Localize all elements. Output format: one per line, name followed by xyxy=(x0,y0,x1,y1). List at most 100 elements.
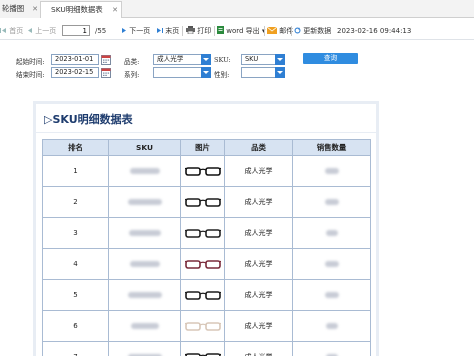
next-page-button[interactable]: 下一页 xyxy=(121,25,150,37)
chevron-down-icon[interactable] xyxy=(275,67,285,78)
chevron-down-icon[interactable] xyxy=(275,54,285,65)
table-row[interactable]: 3 成人光学 xyxy=(42,217,371,249)
redacted-sku xyxy=(130,323,159,329)
gender-select[interactable] xyxy=(241,67,285,78)
image-cell xyxy=(180,279,225,311)
image-cell xyxy=(180,186,225,218)
category-label: 品类: xyxy=(124,58,140,66)
calendar-icon[interactable] xyxy=(101,54,111,65)
series-select[interactable] xyxy=(153,67,211,78)
rank-cell: 7 xyxy=(42,341,109,356)
tab-sku-detail[interactable]: SKU明细数据表 ✕ xyxy=(40,1,122,18)
print-button[interactable]: 打印 xyxy=(186,25,211,37)
sku-select[interactable]: SKU xyxy=(241,54,285,65)
divider xyxy=(264,26,265,36)
column-header-sku: SKU xyxy=(108,139,181,156)
sales-qty-cell xyxy=(292,155,371,187)
redacted-sales-qty xyxy=(324,261,339,267)
sku-cell xyxy=(108,217,181,249)
column-header-category: 品类 xyxy=(224,139,293,156)
image-cell xyxy=(180,155,225,187)
table-row[interactable]: 4 成人光学 xyxy=(42,248,371,280)
eyeglasses-icon xyxy=(184,291,221,300)
redacted-sku xyxy=(128,230,161,236)
table-row[interactable]: 1 成人光学 xyxy=(42,155,371,187)
rank-cell: 2 xyxy=(42,186,109,218)
last-page-icon xyxy=(157,28,163,33)
table-header-row: 排名 SKU 图片 品类 销售数量 xyxy=(42,139,371,156)
category-select[interactable]: 成人光学 xyxy=(153,54,211,65)
mail-icon xyxy=(267,27,277,34)
category-cell: 成人光学 xyxy=(224,186,293,218)
column-header-rank: 排名 xyxy=(42,139,109,156)
sku-cell xyxy=(108,341,181,356)
divider xyxy=(214,26,215,36)
category-cell: 成人光学 xyxy=(224,310,293,342)
sku-cell xyxy=(108,310,181,342)
tab-bar: 轮播图 ✕ SKU明细数据表 ✕ xyxy=(0,0,474,18)
sku-cell xyxy=(108,279,181,311)
close-icon[interactable]: ✕ xyxy=(32,1,38,17)
prev-icon xyxy=(28,28,32,33)
redacted-sales-qty xyxy=(324,292,339,298)
refresh-data-button[interactable]: 更新数据 xyxy=(294,25,331,37)
divider xyxy=(291,26,292,36)
sales-qty-cell xyxy=(292,217,371,249)
eyeglasses-icon xyxy=(184,167,221,176)
eyeglasses-icon xyxy=(184,260,221,269)
redacted-sales-qty xyxy=(325,323,338,329)
eyeglasses-icon xyxy=(184,322,221,331)
sku-label: SKU: xyxy=(214,56,231,64)
chevron-down-icon[interactable] xyxy=(201,54,211,65)
chevron-down-icon[interactable] xyxy=(201,67,211,78)
end-date-field[interactable]: 2023-02-15 xyxy=(51,67,99,78)
start-date-field[interactable]: 2023-01-01 xyxy=(51,54,99,65)
table-row[interactable]: 2 成人光学 xyxy=(42,186,371,218)
close-icon[interactable]: ✕ xyxy=(112,2,118,18)
rank-cell: 3 xyxy=(42,217,109,249)
sku-cell xyxy=(108,155,181,187)
image-cell xyxy=(180,341,225,356)
redacted-sales-qty xyxy=(325,230,338,236)
word-document-icon xyxy=(217,26,224,34)
report-toolbar: 首页 上一页 /55 下一页 末页 打印 word 导出 ▾ 邮件 更新数据 2… xyxy=(0,22,474,40)
rank-cell: 1 xyxy=(42,155,109,187)
word-export-button[interactable]: word 导出 ▾ xyxy=(217,25,265,37)
category-cell: 成人光学 xyxy=(224,155,293,187)
mail-button[interactable]: 邮件 xyxy=(267,25,293,37)
sku-cell xyxy=(108,248,181,280)
query-button[interactable]: 查询 xyxy=(303,53,358,64)
category-cell: 成人光学 xyxy=(224,341,293,356)
image-cell xyxy=(180,248,225,280)
tab-carousel[interactable]: 轮播图 ✕ xyxy=(0,1,40,18)
calendar-icon[interactable] xyxy=(101,67,111,78)
tab-label: 轮播图 xyxy=(2,4,25,13)
redacted-sku xyxy=(129,261,160,267)
next-icon xyxy=(122,28,126,33)
start-time-label: 起始时间: xyxy=(16,58,45,66)
tab-label: SKU明细数据表 xyxy=(51,5,103,14)
table-row[interactable]: 7 成人光学 xyxy=(42,341,371,356)
table-row[interactable]: 6 成人光学 xyxy=(42,310,371,342)
last-page-button[interactable]: 末页 xyxy=(156,25,179,37)
redacted-sku xyxy=(127,199,162,205)
image-cell xyxy=(180,310,225,342)
prev-page-button[interactable]: 上一页 xyxy=(27,25,56,37)
gender-label: 性别: xyxy=(214,71,230,79)
sku-cell xyxy=(108,186,181,218)
end-time-label: 结束时间: xyxy=(16,71,45,79)
table-row[interactable]: 5 成人光学 xyxy=(42,279,371,311)
series-label: 系列: xyxy=(124,71,140,79)
sales-qty-cell xyxy=(292,279,371,311)
page-number-input[interactable] xyxy=(62,25,90,36)
page-total: /55 xyxy=(95,27,107,35)
column-header-image: 图片 xyxy=(180,139,225,156)
sales-qty-cell xyxy=(292,310,371,342)
eyeglasses-icon xyxy=(184,229,221,238)
printer-icon xyxy=(186,26,195,34)
report-title: ▷SKU明细数据表 xyxy=(44,113,133,126)
category-cell: 成人光学 xyxy=(224,248,293,280)
rank-cell: 5 xyxy=(42,279,109,311)
first-page-button[interactable]: 首页 xyxy=(0,25,23,37)
redacted-sales-qty xyxy=(324,168,339,174)
